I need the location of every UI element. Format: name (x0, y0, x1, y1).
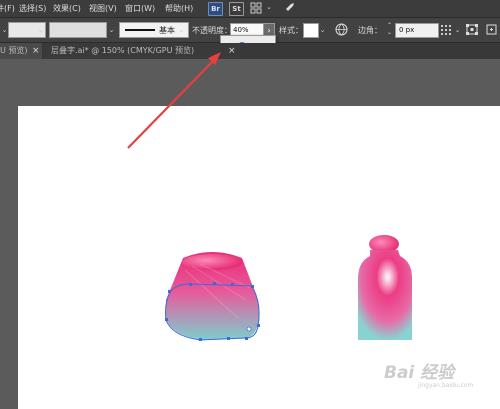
right-gradient-shape[interactable] (358, 235, 412, 340)
left-gradient-shape[interactable] (165, 252, 260, 341)
watermark-text: Bai 经验 (384, 363, 455, 383)
artwork-layer (127, 52, 412, 341)
watermark: Bai 经验 jingyan.baidu.com (384, 358, 500, 398)
watermark-url: jingyan.baidu.com (418, 382, 474, 389)
annotation-arrow (127, 52, 221, 149)
